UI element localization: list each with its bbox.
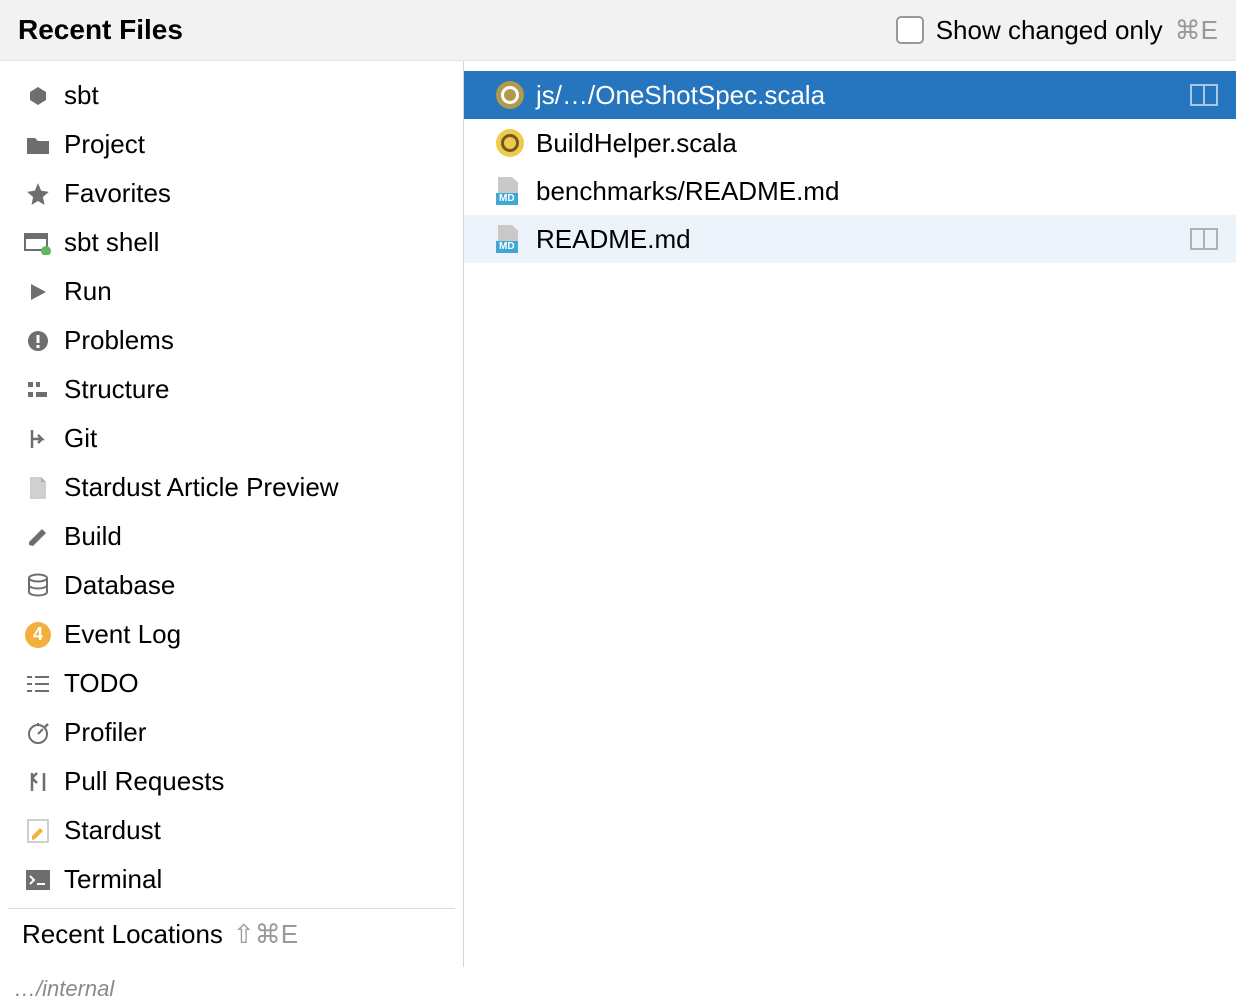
recent-files-list: js/…/OneShotSpec.scala BuildHelper.scala M… [464, 61, 1236, 967]
tool-item-terminal[interactable]: Terminal [0, 855, 463, 904]
file-item-label: BuildHelper.scala [536, 128, 737, 159]
terminal-icon [24, 866, 52, 894]
tool-item-label: Terminal [64, 864, 162, 895]
tool-item-label: Project [64, 129, 145, 160]
edit-page-icon [24, 817, 52, 845]
alert-icon [24, 327, 52, 355]
tool-item-problems[interactable]: Problems [0, 316, 463, 365]
tool-item-structure[interactable]: Structure [0, 365, 463, 414]
badge-icon: 4 [24, 621, 52, 649]
md-icon: MD [496, 225, 524, 253]
play-icon [24, 278, 52, 306]
tool-item-label: TODO [64, 668, 139, 699]
tool-item-sbt-shell[interactable]: sbt shell [0, 218, 463, 267]
hexagon-icon [24, 82, 52, 110]
tool-item-label: Git [64, 423, 97, 454]
tool-item-project[interactable]: Project [0, 120, 463, 169]
tool-item-sbt[interactable]: sbt [0, 71, 463, 120]
tool-item-label: Stardust [64, 815, 161, 846]
divider [8, 908, 455, 909]
branch-icon [24, 425, 52, 453]
tool-item-label: Stardust Article Preview [64, 472, 339, 503]
todo-icon [24, 670, 52, 698]
tool-item-git[interactable]: Git [0, 414, 463, 463]
recent-locations-shortcut: ⇧⌘E [233, 919, 298, 950]
show-changed-shortcut: ⌘E [1175, 15, 1218, 46]
split-right-icon[interactable] [1190, 228, 1218, 250]
tool-item-label: Database [64, 570, 175, 601]
footer-path: …/internal [0, 972, 1236, 1006]
tool-window-list: sbt Project Favorites sbt shell Run Problems S… [0, 61, 464, 967]
show-changed-checkbox[interactable] [896, 16, 924, 44]
profiler-icon [24, 719, 52, 747]
file-item[interactable]: MD README.md [464, 215, 1236, 263]
main-content: sbt Project Favorites sbt shell Run Problems S… [0, 61, 1236, 967]
file-item-label: README.md [536, 224, 691, 255]
header-controls: Show changed only ⌘E [896, 15, 1218, 46]
tool-item-label: Build [64, 521, 122, 552]
file-item-label: js/…/OneShotSpec.scala [536, 80, 825, 111]
tool-item-label: sbt shell [64, 227, 159, 258]
recent-locations[interactable]: Recent Locations ⇧⌘E [0, 913, 463, 956]
file-item[interactable]: MD benchmarks/README.md [464, 167, 1236, 215]
tool-item-label: Profiler [64, 717, 146, 748]
tool-item-label: Pull Requests [64, 766, 224, 797]
recent-locations-label: Recent Locations [22, 919, 223, 950]
tool-item-build[interactable]: Build [0, 512, 463, 561]
scala-icon [496, 81, 524, 109]
page-icon [24, 474, 52, 502]
tool-item-label: Favorites [64, 178, 171, 209]
tool-item-run[interactable]: Run [0, 267, 463, 316]
tool-item-profiler[interactable]: Profiler [0, 708, 463, 757]
star-icon [24, 180, 52, 208]
tool-item-label: Event Log [64, 619, 181, 650]
tool-item-stardust[interactable]: Stardust [0, 806, 463, 855]
tool-item-event-log[interactable]: 4 Event Log [0, 610, 463, 659]
header: Recent Files Show changed only ⌘E [0, 0, 1236, 61]
md-icon: MD [496, 177, 524, 205]
tool-item-database[interactable]: Database [0, 561, 463, 610]
tool-item-label: Problems [64, 325, 174, 356]
file-item[interactable]: js/…/OneShotSpec.scala [464, 71, 1236, 119]
database-icon [24, 572, 52, 600]
show-changed-label[interactable]: Show changed only [936, 15, 1163, 46]
tool-item-favorites[interactable]: Favorites [0, 169, 463, 218]
tool-item-pull-requests[interactable]: Pull Requests [0, 757, 463, 806]
tool-item-label: Run [64, 276, 112, 307]
header-title: Recent Files [18, 14, 183, 46]
split-right-icon[interactable] [1190, 84, 1218, 106]
tool-item-todo[interactable]: TODO [0, 659, 463, 708]
tool-item-label: sbt [64, 80, 99, 111]
hammer-icon [24, 523, 52, 551]
pull-request-icon [24, 768, 52, 796]
tool-item-stardust-article-preview[interactable]: Stardust Article Preview [0, 463, 463, 512]
shell-icon [24, 229, 52, 257]
file-item[interactable]: BuildHelper.scala [464, 119, 1236, 167]
scala-icon [496, 129, 524, 157]
tool-item-label: Structure [64, 374, 170, 405]
file-item-label: benchmarks/README.md [536, 176, 839, 207]
folder-icon [24, 131, 52, 159]
structure-icon [24, 376, 52, 404]
